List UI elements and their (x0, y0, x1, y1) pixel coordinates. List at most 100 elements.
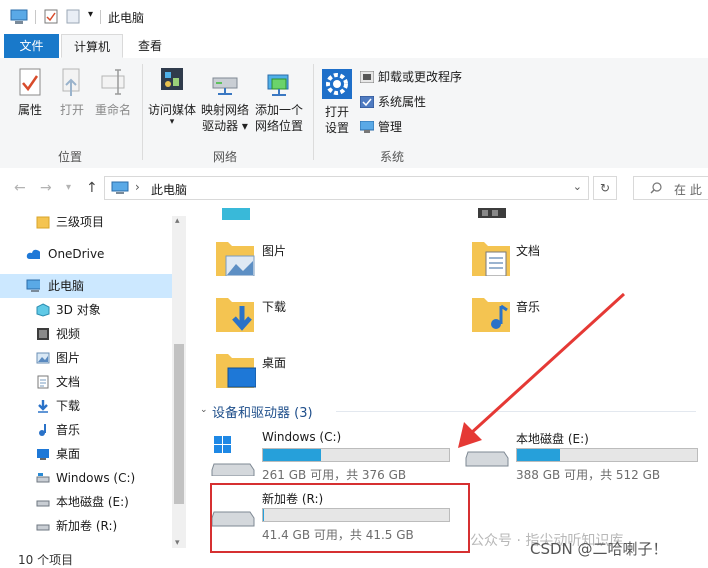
map-network-drive-button[interactable]: 映射网络 驱动器 ▾ (199, 72, 251, 134)
nav-item-label: Windows (C:) (56, 471, 136, 485)
folder-documents[interactable]: 文档 (470, 236, 690, 284)
address-bar[interactable]: › 此电脑 ⌄ (104, 176, 589, 200)
tab-file[interactable]: 文件 (4, 34, 59, 58)
title-bar: ▾ 此电脑 (0, 0, 708, 34)
new-folder-quick-icon[interactable] (66, 9, 80, 24)
nav-item-third-level[interactable]: 三级项目 (0, 210, 172, 234)
nav-item-label: 本地磁盘 (E:) (56, 495, 129, 509)
manage-button[interactable]: 管理 (360, 118, 402, 136)
nav-item-desktop[interactable]: 桌面 (0, 442, 172, 466)
scroll-up-icon[interactable]: ▴ (175, 216, 180, 226)
map-drive-label-line1: 映射网络 (200, 103, 249, 117)
computer-icon (26, 279, 40, 292)
document-icon (37, 375, 49, 389)
folder-pictures[interactable]: 图片 (214, 236, 434, 284)
picture-folder-icon (216, 242, 255, 276)
download-folder-icon (216, 298, 254, 332)
search-box[interactable]: 在 此 (633, 176, 708, 200)
forward-arrow-icon[interactable]: → (40, 180, 52, 196)
open-button[interactable]: 打开 (54, 68, 90, 118)
nav-item-drive-c[interactable]: Windows (C:) (0, 466, 172, 490)
cube-icon (36, 303, 50, 317)
properties-quick-icon[interactable] (44, 9, 58, 24)
rename-label: 重命名 (94, 103, 131, 117)
refresh-icon: ↻ (599, 181, 611, 195)
navigation-bar: ← → ▾ ↑ › 此电脑 ⌄ ↻ 在 此 (0, 168, 708, 208)
drive-item-c[interactable]: Windows (C:) 261 GB 可用，共 376 GB (210, 428, 460, 482)
ribbon: 属性 打开 重命名 位置 访问媒体 ▾ 映射网络 驱动器 ▾ 添加一个 网络位置… (0, 58, 708, 169)
settings-gear-icon (322, 69, 352, 99)
nav-item-music[interactable]: 音乐 (0, 418, 172, 442)
nav-item-3d-objects[interactable]: 3D 对象 (0, 298, 172, 322)
properties-button[interactable]: 属性 (10, 68, 50, 118)
picture-icon (36, 352, 50, 364)
quick-access-dropdown-icon[interactable]: ▾ (88, 9, 93, 20)
status-item-count: 10 个项目 (18, 553, 74, 567)
folder-icon (36, 216, 50, 229)
drive-icon (36, 500, 50, 507)
collapse-chevron-icon[interactable]: ⌄ (200, 405, 208, 415)
window-title: 此电脑 (108, 11, 145, 25)
system-properties-icon (360, 96, 374, 108)
nav-item-label: 此电脑 (48, 279, 85, 293)
video-icon (37, 328, 49, 340)
nav-item-label: 图片 (56, 351, 81, 365)
rename-button[interactable]: 重命名 (92, 68, 134, 118)
nav-item-label: 桌面 (56, 447, 81, 461)
tab-computer[interactable]: 计算机 (61, 34, 123, 58)
breadcrumb-chevron-icon[interactable]: › (135, 180, 140, 194)
cube-icon (222, 208, 250, 220)
search-icon (650, 182, 662, 194)
address-path: 此电脑 (151, 183, 188, 197)
system-group-label: 系统 (379, 150, 404, 164)
music-icon (39, 424, 46, 436)
nav-item-pictures[interactable]: 图片 (0, 346, 172, 370)
manage-icon (360, 121, 374, 133)
nav-item-drive-e[interactable]: 本地磁盘 (E:) (0, 490, 172, 514)
open-settings-button[interactable]: 打开 设置 (318, 68, 356, 136)
highlight-box (210, 483, 470, 553)
nav-item-documents[interactable]: 文档 (0, 370, 172, 394)
tab-view[interactable]: 查看 (126, 34, 174, 58)
address-dropdown-icon[interactable]: ⌄ (573, 180, 582, 193)
network-drive-icon (212, 77, 238, 95)
refresh-button[interactable]: ↻ (593, 176, 617, 200)
back-arrow-icon[interactable]: ← (14, 180, 26, 196)
nav-item-label: 下载 (56, 399, 81, 413)
folder-desktop[interactable]: 桌面 (214, 348, 434, 396)
network-location-icon (267, 74, 289, 96)
system-properties-button[interactable]: 系统属性 (360, 93, 426, 111)
nav-item-onedrive[interactable]: OneDrive (0, 242, 172, 266)
open-icon (62, 68, 80, 96)
cloud-icon (26, 249, 40, 259)
scroll-down-icon[interactable]: ▾ (175, 538, 180, 548)
network-group-label: 网络 (212, 150, 237, 164)
folder-label: 桌面 (262, 356, 287, 370)
manage-label: 管理 (378, 120, 403, 134)
up-arrow-icon[interactable]: ↑ (86, 180, 98, 196)
add-network-location-button[interactable]: 添加一个 网络位置 (252, 72, 306, 134)
recent-dropdown-icon[interactable]: ▾ (66, 182, 71, 193)
drive-name: Windows (C:) (262, 430, 342, 444)
folder-downloads[interactable]: 下载 (214, 292, 434, 340)
desktop-icon (37, 449, 49, 460)
access-media-button[interactable]: 访问媒体 ▾ (146, 66, 198, 127)
folder-label: 图片 (262, 244, 287, 258)
nav-pane-scrollbar[interactable]: ▴ ▾ (172, 216, 186, 548)
scroll-thumb[interactable] (174, 344, 184, 504)
computer-icon (111, 181, 129, 194)
system-properties-label: 系统属性 (378, 95, 427, 109)
uninstall-program-button[interactable]: 卸载或更改程序 (360, 68, 462, 86)
devices-section-title[interactable]: 设备和驱动器 (3) (212, 402, 313, 421)
add-location-label-line2: 网络位置 (254, 119, 303, 133)
nav-item-label: 新加卷 (R:) (56, 519, 118, 533)
nav-item-downloads[interactable]: 下载 (0, 394, 172, 418)
drive-free-space: 261 GB 可用，共 376 GB (262, 468, 407, 482)
nav-item-label: 文档 (56, 375, 81, 389)
annotation-arrow-icon (458, 292, 626, 448)
nav-item-videos[interactable]: 视频 (0, 322, 172, 346)
nav-item-this-pc[interactable]: 此电脑 (0, 274, 172, 298)
computer-icon (10, 9, 28, 24)
nav-item-drive-r[interactable]: 新加卷 (R:) (0, 514, 172, 538)
drive-free-space: 388 GB 可用，共 512 GB (516, 468, 661, 482)
